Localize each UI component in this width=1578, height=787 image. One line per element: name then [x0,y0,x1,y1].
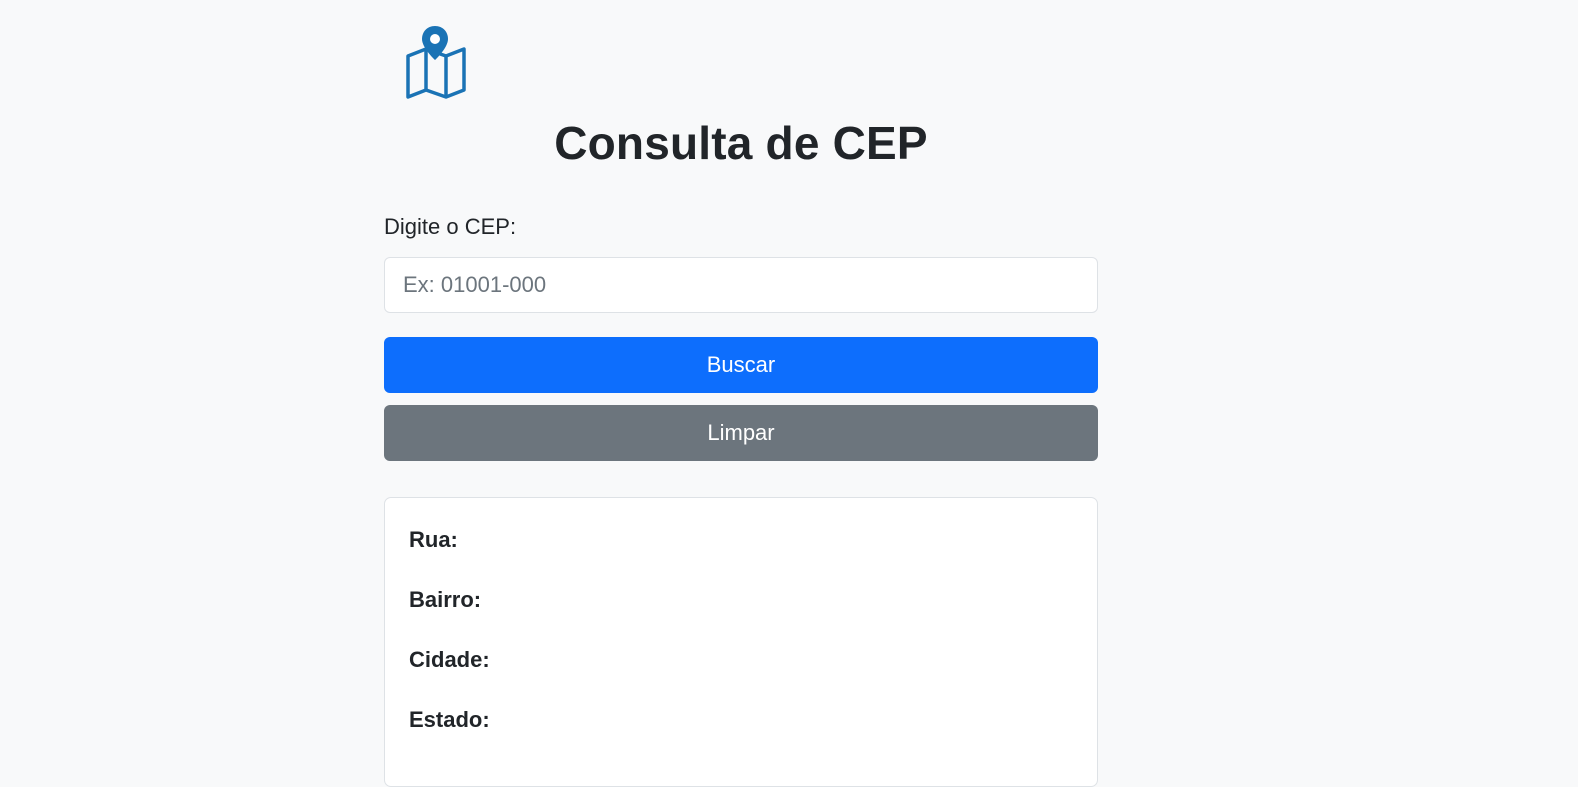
clear-button[interactable]: Limpar [384,405,1098,461]
result-row-rua: Rua: [409,527,464,553]
result-row-cidade: Cidade: [409,647,496,673]
cidade-label: Cidade: [409,647,490,672]
cep-input[interactable] [384,257,1098,313]
estado-label: Estado: [409,707,490,732]
result-row-estado: Estado: [409,707,496,733]
result-card: Rua: Bairro: Cidade: Estado: [384,497,1098,787]
search-button[interactable]: Buscar [384,337,1098,393]
bairro-label: Bairro: [409,587,482,612]
page-title: Consulta de CEP [554,117,928,169]
result-row-bairro: Bairro: [409,587,487,613]
map-pin-icon [396,24,476,102]
rua-label: Rua: [409,527,458,552]
cep-label: Digite o CEP: [384,214,517,239]
